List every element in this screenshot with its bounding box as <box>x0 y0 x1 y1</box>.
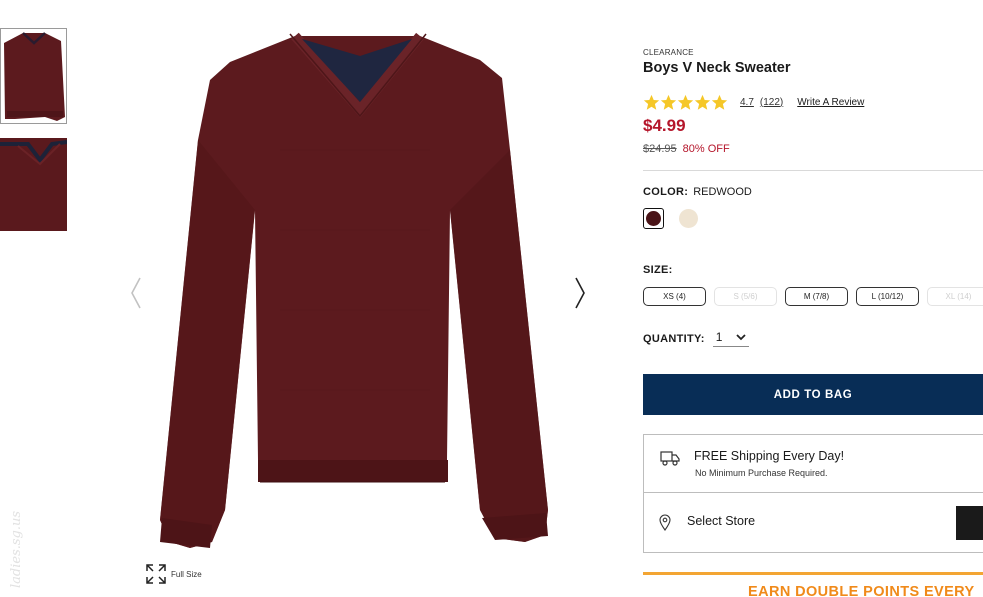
swatch-cream[interactable] <box>678 208 699 229</box>
next-image-arrow-icon[interactable] <box>568 272 592 314</box>
location-pin-icon <box>659 514 671 531</box>
full-size-button[interactable]: Full Size <box>145 563 202 585</box>
quantity-row: QUANTITY: 1 <box>643 330 750 347</box>
svg-text:ladies.sg.us: ladies.sg.us <box>9 511 24 588</box>
selected-color-name: REDWOOD <box>693 186 752 198</box>
size-s-button[interactable]: S (5/6) <box>714 287 777 306</box>
size-m-button[interactable]: M (7/8) <box>785 287 848 306</box>
clearance-tag: CLEARANCE <box>643 48 694 57</box>
quantity-value: 1 <box>715 330 723 344</box>
color-swatches <box>643 208 699 229</box>
swatch-color <box>679 209 698 228</box>
star-icon <box>694 94 711 110</box>
select-store-label: Select Store <box>687 514 756 528</box>
chevron-down-icon <box>736 333 747 340</box>
shipping-info-box: FREE Shipping Every Day! No Minimum Purc… <box>643 434 983 493</box>
rating-stars <box>643 94 728 111</box>
store-action-button[interactable] <box>956 506 983 540</box>
size-xs-button[interactable]: XS (4) <box>643 287 706 306</box>
watermark-signature: ladies.sg.us <box>9 511 24 588</box>
rating-row: 4.7 (122) Write A Review <box>643 93 864 111</box>
sweater-thumbnail-image <box>4 32 65 121</box>
quantity-label: QUANTITY: <box>643 332 705 345</box>
promo-divider <box>643 572 983 575</box>
star-icon <box>643 94 660 110</box>
previous-image-arrow-icon[interactable] <box>124 272 148 314</box>
sweater-closeup-image <box>0 138 67 231</box>
select-store-box[interactable]: Select Store <box>643 492 983 553</box>
size-label: SIZE: <box>643 264 673 276</box>
swatch-redwood[interactable] <box>643 208 664 229</box>
swatch-color <box>646 211 661 226</box>
star-icon <box>711 94 728 110</box>
sale-price: $4.99 <box>643 116 686 135</box>
full-size-label: Full Size <box>171 569 202 579</box>
shipping-subtitle: No Minimum Purchase Required. <box>695 468 828 478</box>
discount-badge: 80% OFF <box>682 143 730 155</box>
expand-icon <box>146 564 166 584</box>
star-icon <box>677 94 694 110</box>
quantity-select[interactable]: 1 <box>712 330 750 347</box>
thumbnail-front[interactable] <box>0 28 67 124</box>
divider <box>643 170 983 171</box>
main-product-image <box>160 32 548 548</box>
review-count-link[interactable]: (122) <box>760 97 783 108</box>
original-price: $24.95 <box>643 143 677 155</box>
original-price-row: $24.95 80% OFF <box>643 143 730 155</box>
product-details-panel: CLEARANCE Boys V Neck Sweater 4.7 (122) … <box>643 0 983 597</box>
thumbnail-closeup[interactable] <box>0 138 67 231</box>
size-xl-button[interactable]: XL (14) <box>927 287 983 306</box>
color-row: COLOR: REDWOOD <box>643 186 752 198</box>
rating-value-link[interactable]: 4.7 <box>740 97 754 108</box>
size-options: XS (4) S (5/6) M (7/8) L (10/12) XL (14) <box>643 287 983 306</box>
star-icon <box>660 94 677 110</box>
write-review-link[interactable]: Write A Review <box>797 97 864 108</box>
color-label: COLOR: <box>643 186 689 198</box>
truck-icon <box>660 451 680 466</box>
add-to-bag-button[interactable]: ADD TO BAG <box>643 374 983 415</box>
shipping-title: FREE Shipping Every Day! <box>694 449 845 463</box>
product-title: Boys V Neck Sweater <box>643 60 791 76</box>
promo-banner-text: EARN DOUBLE POINTS EVERY <box>748 584 975 597</box>
size-l-button[interactable]: L (10/12) <box>856 287 919 306</box>
